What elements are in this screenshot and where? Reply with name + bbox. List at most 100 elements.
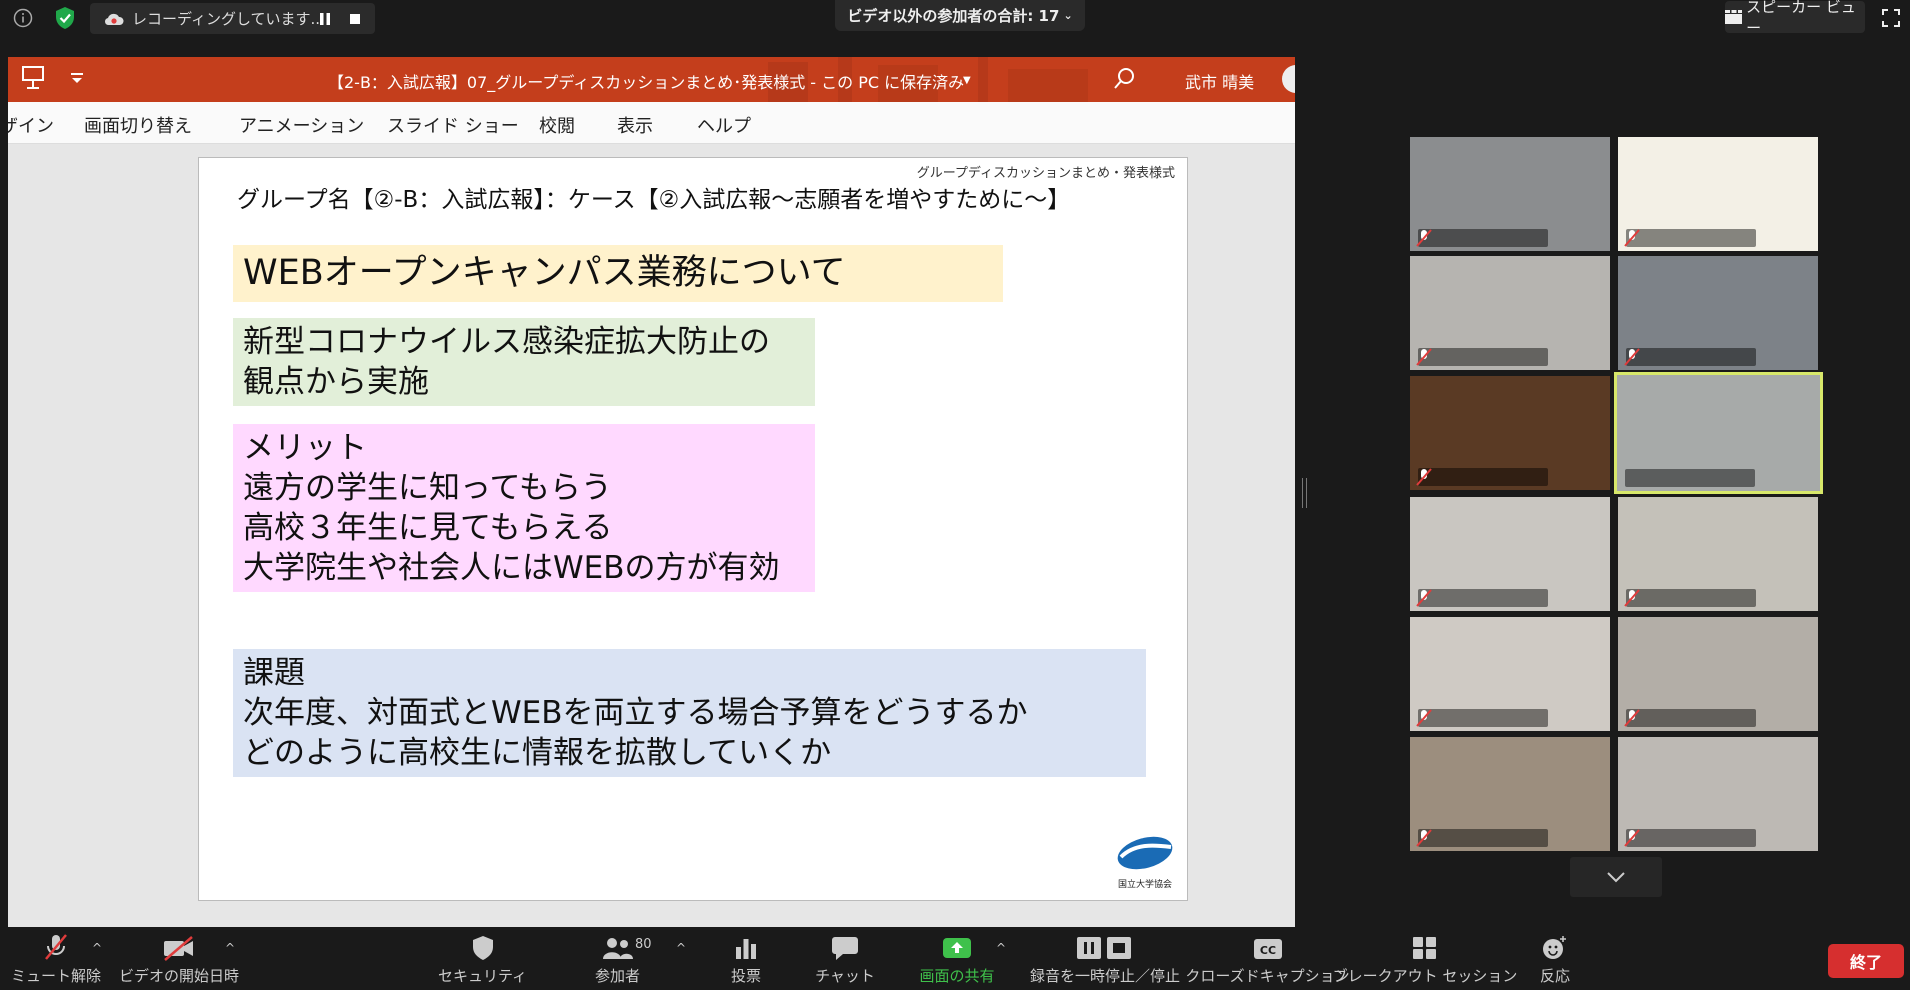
pause-stop-icon bbox=[1077, 937, 1131, 959]
start-video-button[interactable]: ビデオの開始日時 bbox=[119, 927, 240, 990]
participants-count: 80 bbox=[635, 937, 652, 952]
polls-button[interactable]: 投票 bbox=[712, 927, 780, 990]
muted-mic-icon bbox=[1624, 709, 1640, 727]
breakout-grid-icon bbox=[1413, 937, 1436, 959]
chat-button[interactable]: チャット bbox=[808, 927, 882, 990]
gallery-next-page-button[interactable] bbox=[1570, 857, 1662, 897]
muted-mic-icon bbox=[45, 934, 67, 960]
participants-options-caret-icon[interactable]: ^ bbox=[676, 941, 686, 955]
emoji-add-icon bbox=[1543, 936, 1566, 959]
panel-resize-handle[interactable] bbox=[1302, 478, 1307, 508]
share-options-caret-icon[interactable]: ^ bbox=[996, 941, 1006, 955]
slide-header-note: グループディスカッションまとめ・発表様式 bbox=[916, 166, 1175, 181]
search-icon[interactable] bbox=[1113, 66, 1137, 96]
tab-review[interactable]: 校閲 bbox=[539, 112, 575, 138]
breakout-label: ブレークアウト セッション bbox=[1332, 967, 1518, 985]
video-tile[interactable] bbox=[1618, 497, 1818, 611]
unmute-label: ミュート解除 bbox=[11, 967, 102, 985]
participant-name-blurred bbox=[1626, 709, 1756, 727]
participants-label: 参加者 bbox=[594, 967, 640, 985]
issue-heading: 課題 bbox=[243, 655, 305, 691]
unmute-button[interactable]: ミュート解除 bbox=[11, 927, 101, 990]
janu-logo: 国立大学協会 bbox=[1115, 833, 1175, 891]
video-tile[interactable] bbox=[1410, 737, 1610, 851]
muted-mic-icon bbox=[1416, 348, 1432, 366]
speaker-view-button[interactable]: スピーカー ビュー bbox=[1725, 0, 1865, 37]
active-speaker-tile[interactable] bbox=[1614, 372, 1823, 494]
ppt-title-bar: 【2-B：入試広報】07_グループディスカッションまとめ･発表様式 - この P… bbox=[8, 57, 1295, 102]
end-meeting-label: 終了 bbox=[1849, 953, 1882, 972]
video-tile[interactable] bbox=[1618, 617, 1818, 731]
video-tile[interactable] bbox=[1410, 617, 1610, 731]
share-screen-button[interactable]: 画面の共有 bbox=[908, 927, 1006, 990]
video-off-icon bbox=[164, 936, 193, 961]
video-tile[interactable] bbox=[1410, 137, 1610, 251]
muted-mic-icon bbox=[1624, 348, 1640, 366]
share-screen-icon bbox=[943, 938, 971, 958]
chevron-down-icon: ⌄ bbox=[1063, 9, 1073, 22]
video-tile[interactable] bbox=[1618, 137, 1818, 251]
shared-screen: 【2-B：入試広報】07_グループディスカッションまとめ･発表様式 - この P… bbox=[8, 57, 1295, 927]
start-video-label: ビデオの開始日時 bbox=[119, 967, 240, 985]
meeting-toolbar: ミュート解除 ^ ビデオの開始日時 ^ セキュリティ 参加者 80 ^ 投票 チ… bbox=[0, 927, 1910, 990]
participant-name-blurred bbox=[1418, 829, 1548, 847]
cloud-record-icon bbox=[104, 13, 124, 25]
end-meeting-button[interactable]: 終了 bbox=[1828, 944, 1904, 978]
shield-icon bbox=[472, 936, 493, 960]
participants-banner-text: ビデオ以外の参加者の合計: 17 bbox=[847, 7, 1060, 25]
topic-box: WEBオープンキャンパス業務について bbox=[233, 245, 1003, 302]
closed-caption-button[interactable]: CC クローズドキャプション bbox=[1185, 927, 1350, 990]
video-tile[interactable] bbox=[1618, 737, 1818, 851]
merit-box: メリット 遠方の学生に知ってもらう 高校３年生に見てもらえる 大学院生や社会人に… bbox=[233, 424, 815, 592]
recording-status-text: レコーディングしています... bbox=[132, 10, 325, 28]
tab-slideshow[interactable]: スライド ショー bbox=[387, 112, 519, 138]
muted-mic-icon bbox=[1624, 829, 1640, 847]
logo-text: 国立大学協会 bbox=[1117, 880, 1172, 890]
participant-name-blurred bbox=[1626, 589, 1756, 607]
participants-banner[interactable]: ビデオ以外の参加者の合計: 17 ⌄ bbox=[835, 0, 1085, 31]
participant-name-blurred bbox=[1418, 468, 1548, 486]
tab-transitions[interactable]: 画面切り替え bbox=[84, 112, 192, 138]
user-name: 武市 晴美 bbox=[1185, 73, 1255, 92]
pause-recording-icon[interactable] bbox=[318, 11, 332, 25]
video-tile[interactable] bbox=[1618, 256, 1818, 370]
participant-name-blurred bbox=[1626, 229, 1756, 247]
shield-check-icon[interactable] bbox=[53, 6, 77, 30]
tab-animations[interactable]: アニメーション bbox=[239, 112, 364, 138]
muted-mic-icon bbox=[1416, 589, 1432, 607]
present-icon[interactable] bbox=[22, 65, 44, 95]
fullscreen-icon[interactable] bbox=[1880, 8, 1902, 28]
video-tile[interactable] bbox=[1410, 376, 1610, 490]
muted-mic-icon bbox=[1416, 468, 1432, 486]
tab-design[interactable]: ザイン bbox=[8, 112, 54, 138]
participant-name-blurred bbox=[1626, 829, 1756, 847]
speaker-view-label: スピーカー ビュー bbox=[1746, 0, 1856, 37]
svg-text:CC: CC bbox=[1259, 944, 1275, 957]
muted-mic-icon bbox=[1624, 589, 1640, 607]
tab-view[interactable]: 表示 bbox=[617, 112, 653, 138]
muted-mic-icon bbox=[1416, 229, 1432, 247]
security-button[interactable]: セキュリティ bbox=[437, 927, 528, 990]
participant-name-blurred bbox=[1418, 589, 1548, 607]
stop-recording-icon[interactable] bbox=[348, 11, 362, 25]
issue-line-2: どのように高校生に情報を拡散していくか bbox=[243, 735, 832, 771]
reactions-button[interactable]: 反応 bbox=[1520, 927, 1590, 990]
audio-options-caret-icon[interactable]: ^ bbox=[92, 941, 102, 955]
share-screen-label: 画面の共有 bbox=[919, 967, 995, 985]
breakout-rooms-button[interactable]: ブレークアウト セッション bbox=[1333, 927, 1517, 990]
security-label: セキュリティ bbox=[437, 967, 528, 985]
recording-indicator: レコーディングしています... bbox=[90, 3, 375, 34]
polls-label: 投票 bbox=[730, 967, 761, 985]
merit-line-3: 大学院生や社会人にはWEBの方が有効 bbox=[243, 550, 780, 586]
video-tile[interactable] bbox=[1410, 497, 1610, 611]
title-dropdown-icon[interactable]: ▼ bbox=[963, 75, 971, 86]
document-title: 【2-B：入試広報】07_グループディスカッションまとめ･発表様式 - この P… bbox=[328, 73, 965, 92]
info-icon[interactable] bbox=[12, 7, 34, 29]
quick-access-dropdown-icon[interactable] bbox=[70, 71, 84, 90]
video-tile[interactable] bbox=[1410, 256, 1610, 370]
recording-controls-button[interactable]: 録音を一時停止／停止 bbox=[1025, 927, 1185, 990]
reactions-label: 反応 bbox=[1539, 967, 1570, 985]
avatar[interactable] bbox=[1282, 65, 1295, 93]
tab-help[interactable]: ヘルプ bbox=[697, 112, 751, 138]
video-options-caret-icon[interactable]: ^ bbox=[225, 941, 235, 955]
